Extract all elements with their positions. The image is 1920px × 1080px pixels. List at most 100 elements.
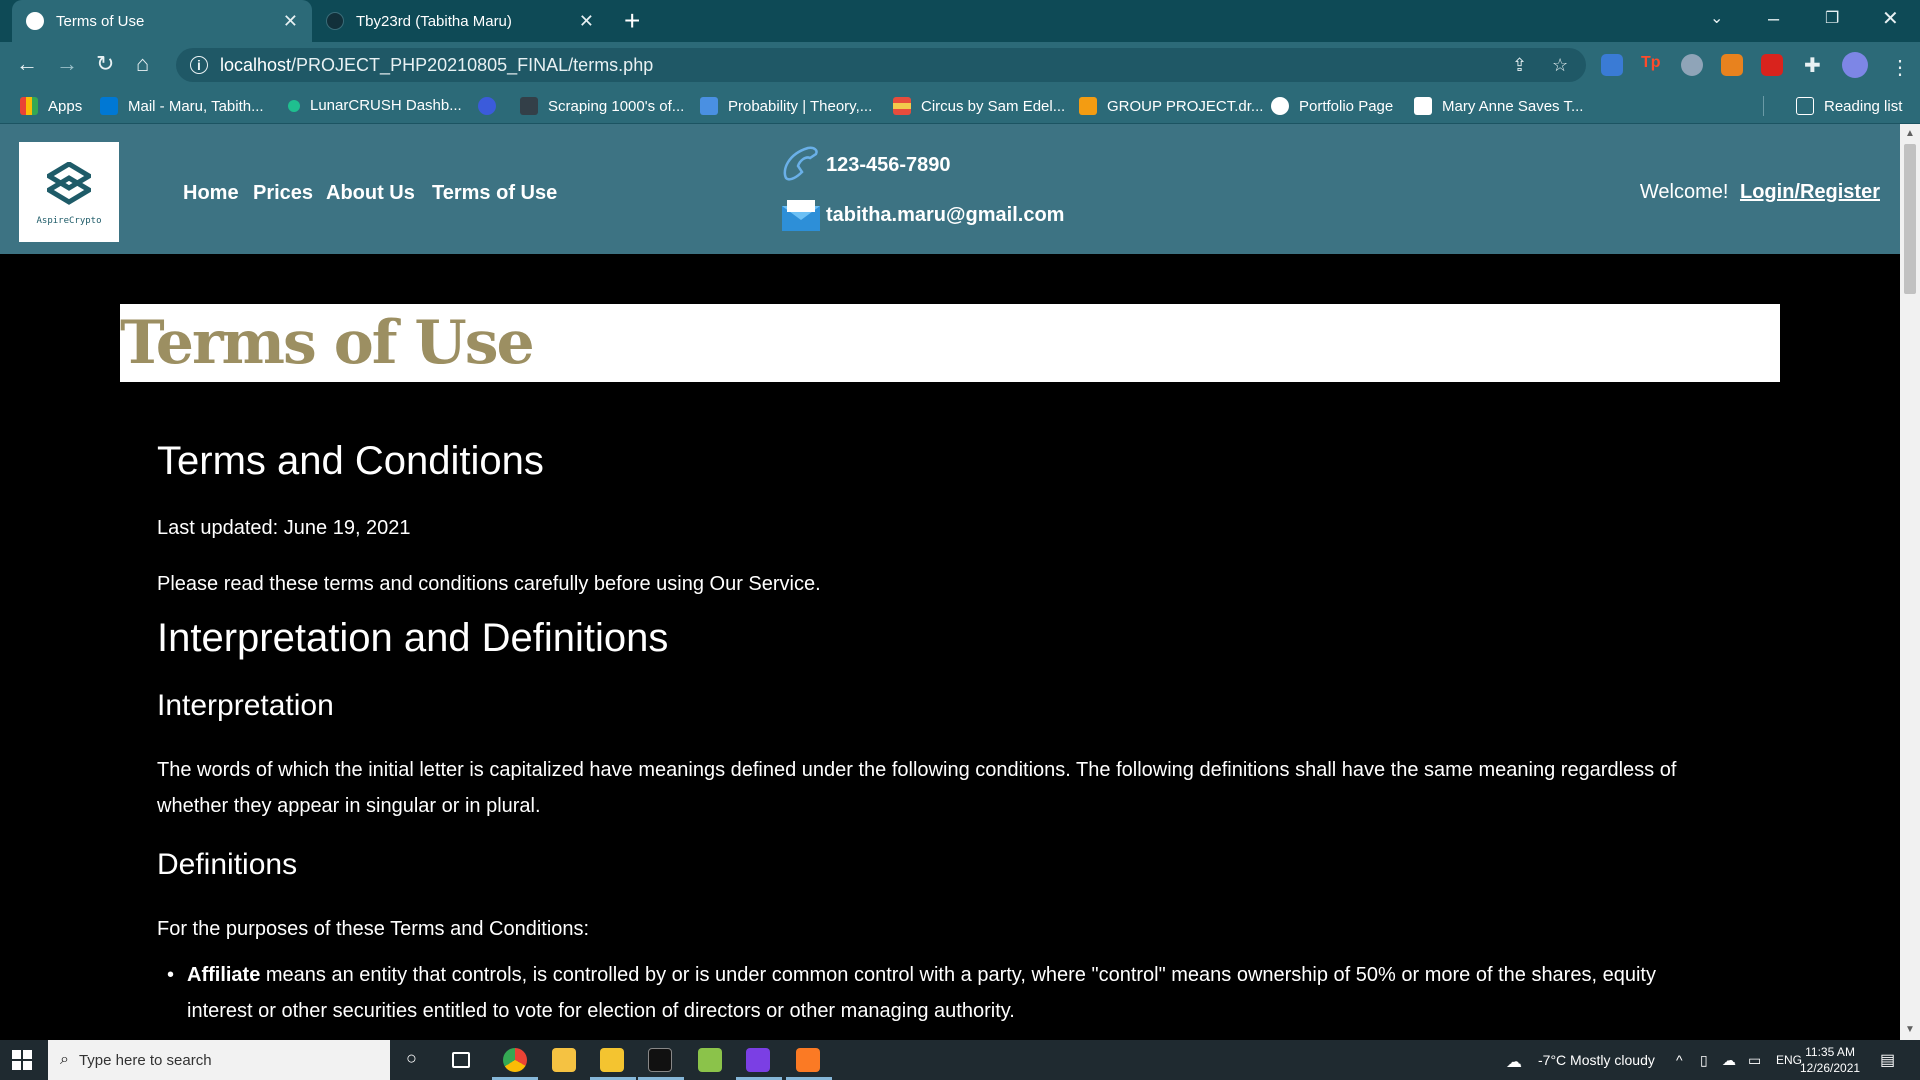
v-icon [1414,97,1432,115]
logo-name: AspireCrypto [36,216,102,226]
drawio-icon [1079,97,1097,115]
heading-terms-and-conditions: Terms and Conditions [157,439,544,483]
bookmark-mail[interactable]: Mail - Maru, Tabith... [100,97,264,115]
site-info-icon[interactable]: i [190,56,208,74]
xampp-icon[interactable] [796,1048,820,1072]
bookmark-lunarcrush[interactable]: LunarCRUSH Dashb... [288,97,462,114]
home-icon[interactable]: ⌂ [136,52,149,76]
new-tab-button[interactable]: + [624,6,640,36]
bookmark-star-icon[interactable]: ☆ [1552,55,1568,76]
c-logo-icon [478,97,496,115]
back-arrow-icon[interactable]: ← [16,52,38,76]
weather-cloud-icon[interactable]: ☁ [1506,1052,1522,1072]
tds-icon [520,97,538,115]
search-placeholder: Type here to search [78,1051,212,1069]
system-clock[interactable]: 11:35 AM 12/26/2021 [1800,1044,1860,1076]
reading-list-icon [1796,97,1814,115]
onedrive-icon[interactable]: ☁ [1722,1052,1736,1069]
affiliate-term: Affiliate [187,964,261,986]
page-title-banner: Terms of Use [120,304,1780,382]
last-updated-text: Last updated: June 19, 2021 [157,517,411,539]
cortana-icon[interactable]: ○ [406,1048,417,1069]
file-explorer-icon[interactable] [600,1048,624,1072]
bookmarks-divider [1763,96,1764,116]
bookmark-scraping[interactable]: Scraping 1000's of... [520,97,684,115]
menu-kebab-icon[interactable]: ⋮ [1890,55,1910,80]
clock-time: 11:35 AM [1805,1045,1855,1059]
task-view-icon[interactable] [452,1052,470,1068]
bookmark-mary-anne[interactable]: Mary Anne Saves T... [1414,97,1583,115]
tab-title: Terms of Use [56,12,145,30]
bookmark-circus[interactable]: Circus by Sam Edel... [893,97,1065,115]
intro-paragraph: Please read these terms and conditions c… [157,573,821,595]
page-scrollbar[interactable]: ▲ ▼ [1900,124,1920,1040]
nav-prices[interactable]: Prices [253,182,313,205]
nav-about-us[interactable]: About Us [326,182,415,205]
tab-title: Tby23rd (Tabitha Maru) [356,12,512,30]
definitions-intro: For the purposes of these Terms and Cond… [157,918,590,940]
bookmark-apps[interactable]: Apps [20,97,82,115]
tab-terms-of-use[interactable]: Terms of Use ✕ [12,0,312,42]
lunarcrush-icon [288,99,300,112]
windows-start-icon[interactable] [12,1050,32,1070]
web-page: AspireCrypto Home Prices About Us Terms … [0,124,1900,1040]
reload-icon[interactable]: ↻ [96,52,114,76]
tab-github-profile[interactable]: Tby23rd (Tabitha Maru) ✕ [312,0,608,42]
close-tab-icon[interactable]: ✕ [283,11,298,32]
pdf-extension-icon[interactable] [1761,54,1783,76]
tab-strip: Terms of Use ✕ Tby23rd (Tabitha Maru) ✕ … [0,0,1920,42]
scrollbar-thumb[interactable] [1904,144,1916,294]
excel-like-icon[interactable] [698,1048,722,1072]
extension-circle-icon[interactable] [1681,54,1703,76]
chrome-taskbar-icon[interactable] [503,1048,527,1072]
jetbrains-icon[interactable] [746,1048,770,1072]
login-register-link[interactable]: Login/Register [1740,181,1880,203]
tray-chevron-icon[interactable]: ^ [1676,1052,1683,1068]
email-address[interactable]: tabitha.maru@gmail.com [826,204,1064,227]
site-header: AspireCrypto Home Prices About Us Terms … [0,124,1900,254]
tab-search-chevron-icon[interactable]: ⌄ [1710,6,1723,32]
scroll-up-arrow-icon[interactable]: ▲ [1905,128,1915,139]
taskbar-search-box[interactable]: ⌕ Type here to search [48,1040,390,1080]
forward-arrow-icon[interactable]: → [56,52,78,76]
welcome-text: Welcome! [1639,181,1729,203]
language-indicator[interactable]: ENG [1776,1053,1802,1067]
mail-icon [782,200,820,231]
close-window-button[interactable]: ✕ [1882,6,1899,32]
browser-toolbar: ← → ↻ ⌂ i localhost/PROJECT_PHP20210805_… [0,42,1920,88]
nav-terms-of-use[interactable]: Terms of Use [432,182,557,205]
restore-button[interactable]: ❐ [1825,6,1839,32]
terminal-icon[interactable] [648,1048,672,1072]
bookmark-probability[interactable]: Probability | Theory,... [700,97,872,115]
bookmark-group-project[interactable]: GROUP PROJECT.dr... [1079,97,1263,115]
bookmark-portfolio[interactable]: Portfolio Page [1271,97,1393,115]
heading-interpretation: Interpretation [157,689,334,722]
profile-avatar[interactable] [1842,52,1868,78]
home-app-taskbar-icon[interactable] [552,1048,576,1072]
extension-tp-icon[interactable]: Tp [1641,54,1663,76]
bookmark-c[interactable] [478,97,506,115]
share-icon[interactable]: ⇪ [1512,55,1527,76]
weather-text[interactable]: -7°C Mostly cloudy [1538,1052,1655,1068]
scroll-down-arrow-icon[interactable]: ▼ [1905,1024,1915,1035]
tray-device-icon[interactable]: ▯ [1700,1052,1708,1069]
nav-home[interactable]: Home [183,182,239,205]
reading-list-button[interactable]: Reading list [1796,97,1902,115]
notifications-icon[interactable]: ▤ [1880,1050,1895,1070]
minimize-button[interactable]: – [1768,6,1779,32]
close-tab-icon[interactable]: ✕ [579,11,594,32]
address-bar[interactable]: i localhost/PROJECT_PHP20210805_FINAL/te… [176,48,1586,82]
tab-favicon [26,12,44,30]
metamask-icon[interactable] [1721,54,1743,76]
aspirecrypto-logo-icon [47,162,91,205]
phone-number[interactable]: 123-456-7890 [826,154,951,177]
puzzle-extensions-icon[interactable]: ✚ [1804,53,1821,78]
extension-icon[interactable] [1601,54,1623,76]
bookmarks-bar: Apps Mail - Maru, Tabith... LunarCRUSH D… [0,88,1920,124]
heading-interpretation-and-definitions: Interpretation and Definitions [157,616,669,660]
network-icon[interactable]: ▭ [1748,1052,1761,1069]
url-text: localhost/PROJECT_PHP20210805_FINAL/term… [220,54,654,75]
circus-icon [893,97,911,115]
tab-favicon [326,12,344,30]
site-logo[interactable]: AspireCrypto [19,142,119,242]
